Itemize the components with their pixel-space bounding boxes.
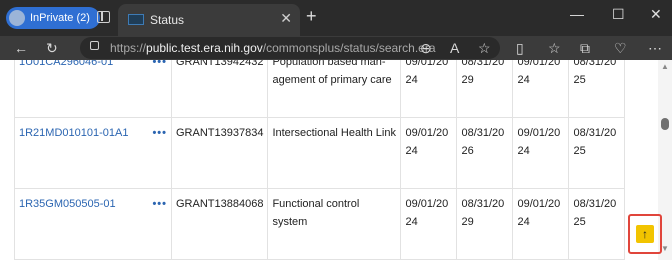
- grant-id-link[interactable]: 1R35GM050505-01: [19, 198, 116, 210]
- date-cell: 08/31/2029: [456, 188, 514, 260]
- project-title: Intersectional Health Link: [267, 117, 402, 189]
- date-cell: 08/31/2025: [568, 117, 626, 189]
- back-to-top-button[interactable]: ↑: [636, 225, 654, 243]
- grant-number: GRANT13942432: [170, 60, 269, 118]
- favorites-icon[interactable]: ☆: [548, 39, 561, 57]
- date-cell: 09/01/2024: [400, 188, 458, 260]
- back-to-top-highlight: ↑: [628, 214, 662, 254]
- date-cell: 08/31/2026: [456, 117, 514, 189]
- results-table: 1U01CA296046-01 ••• GRANT13942432 Populat…: [14, 60, 626, 260]
- date-cell: 08/31/2029: [456, 60, 514, 118]
- minimize-icon[interactable]: —: [570, 6, 584, 22]
- split-screen-icon[interactable]: ▯: [516, 39, 524, 57]
- grant-number: GRANT13937834: [170, 117, 269, 189]
- table-row: 1U01CA296046-01 ••• GRANT13942432 Populat…: [14, 60, 626, 118]
- address-bar[interactable]: https://public.test.era.nih.gov/commonsp…: [80, 37, 500, 59]
- zoom-icon[interactable]: ⊖: [420, 39, 432, 57]
- date-cell: 09/01/2024: [512, 117, 570, 189]
- date-cell: 09/01/2024: [400, 60, 458, 118]
- grant-id-link[interactable]: 1R21MD010101-01A1: [19, 127, 128, 139]
- project-title: Population based man-agement of primary …: [267, 60, 402, 118]
- more-actions-icon[interactable]: •••: [152, 195, 167, 213]
- browser-toolbar: ← ↻ https://public.test.era.nih.gov/comm…: [0, 36, 672, 60]
- page-content: 1U01CA296046-01 ••• GRANT13942432 Populat…: [0, 60, 658, 260]
- scrollbar-thumb[interactable]: [661, 118, 669, 130]
- refresh-icon[interactable]: ↻: [46, 39, 58, 57]
- health-icon[interactable]: ♡: [614, 39, 627, 57]
- profile-label: InPrivate (2): [30, 12, 90, 24]
- more-actions-icon[interactable]: •••: [152, 124, 167, 142]
- lock-icon: [90, 41, 99, 50]
- favorite-icon[interactable]: ☆: [478, 39, 491, 57]
- grant-number: GRANT13884068: [170, 188, 269, 260]
- close-tab-icon[interactable]: ✕: [280, 10, 292, 27]
- date-cell: 09/01/2024: [400, 117, 458, 189]
- project-title: Functional control system: [267, 188, 402, 260]
- date-cell: 09/01/2024: [512, 60, 570, 118]
- arrow-up-icon: ↑: [642, 227, 648, 241]
- date-cell: 08/31/2025: [568, 188, 626, 260]
- scroll-up-icon[interactable]: ▲: [661, 62, 669, 71]
- maximize-icon[interactable]: ☐: [612, 6, 625, 23]
- date-cell: 08/31/2025: [568, 60, 626, 118]
- table-row: 1R21MD010101-01A1 ••• GRANT13937834 Inter…: [14, 117, 626, 189]
- table-row: 1R35GM050505-01 ••• GRANT13884068 Functio…: [14, 188, 626, 260]
- profile-button[interactable]: InPrivate (2): [6, 7, 100, 29]
- scroll-down-icon[interactable]: ▼: [661, 244, 669, 253]
- more-actions-icon[interactable]: •••: [152, 60, 167, 71]
- browser-title-bar: InPrivate (2) Status ✕ + — ☐ ✕: [0, 0, 672, 36]
- read-aloud-icon[interactable]: A: [450, 39, 459, 57]
- avatar: [9, 10, 25, 26]
- tab-title: Status: [150, 13, 185, 27]
- back-icon[interactable]: ←: [14, 39, 28, 57]
- url-text: https://public.test.era.nih.gov/commonsp…: [110, 41, 436, 55]
- favicon-icon: [128, 14, 144, 25]
- new-tab-icon[interactable]: +: [306, 6, 317, 27]
- menu-icon[interactable]: ⋯: [648, 39, 662, 57]
- date-cell: 09/01/2024: [512, 188, 570, 260]
- window-close-icon[interactable]: ✕: [650, 6, 662, 23]
- grant-id-link[interactable]: 1U01CA296046-01: [19, 60, 113, 68]
- tab-actions-icon[interactable]: [97, 11, 110, 23]
- collections-icon[interactable]: ⧉: [580, 39, 590, 57]
- tab-status[interactable]: Status ✕: [118, 4, 300, 36]
